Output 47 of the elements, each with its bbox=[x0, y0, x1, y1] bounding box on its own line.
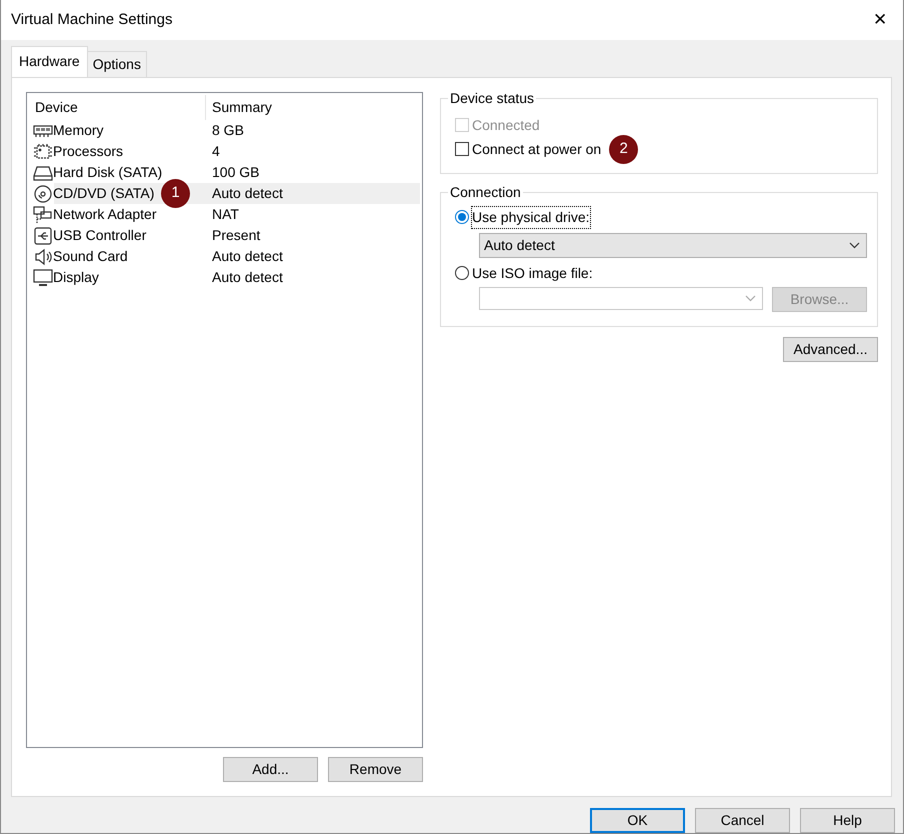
dialog-button[interactable]: Cancel bbox=[695, 808, 790, 833]
device-name[interactable]: Display bbox=[53, 267, 99, 288]
callout-badge: 1 bbox=[161, 179, 190, 208]
radio-label[interactable]: Use ISO image file: bbox=[472, 262, 593, 284]
tab[interactable]: Hardware bbox=[11, 46, 88, 77]
device-summary: Present bbox=[211, 226, 260, 245]
checkbox-label[interactable]: Connect at power on bbox=[472, 138, 602, 160]
device-name[interactable]: Hard Disk (SATA) bbox=[53, 162, 162, 183]
device-summary: 8 GB bbox=[211, 121, 244, 140]
dialog-button[interactable]: OK bbox=[590, 808, 685, 833]
device-summary: Auto detect bbox=[211, 184, 283, 203]
device-name[interactable]: USB Controller bbox=[53, 225, 146, 246]
advanced-button[interactable]: Advanced... bbox=[783, 337, 878, 362]
device-name[interactable]: Sound Card bbox=[53, 246, 128, 267]
radio-button[interactable] bbox=[455, 210, 469, 224]
usb-icon bbox=[33, 226, 53, 244]
chevron-down-icon bbox=[745, 295, 756, 302]
column-header[interactable]: Summary bbox=[206, 97, 420, 118]
device-summary: Auto detect bbox=[211, 268, 283, 287]
dropdown-value: Auto detect bbox=[484, 236, 555, 255]
chip-icon bbox=[33, 142, 53, 160]
callout-badge: 2 bbox=[609, 134, 638, 164]
drive-dropdown[interactable]: Auto detect bbox=[479, 233, 867, 258]
speaker-icon bbox=[33, 248, 53, 266]
device-name[interactable]: CD/DVD (SATA) bbox=[53, 183, 154, 204]
checkbox[interactable] bbox=[455, 142, 469, 156]
iso-path-field[interactable] bbox=[479, 287, 763, 310]
window-title: Virtual Machine Settings bbox=[11, 10, 172, 30]
device-summary: Auto detect bbox=[211, 247, 283, 266]
list-button[interactable]: Remove bbox=[328, 757, 423, 782]
tab[interactable]: Options bbox=[86, 51, 147, 77]
device-name[interactable]: Processors bbox=[53, 141, 124, 162]
device-name[interactable]: Memory bbox=[53, 120, 104, 141]
list-button[interactable]: Add... bbox=[223, 757, 318, 782]
radio-button[interactable] bbox=[455, 266, 469, 280]
device-summary: NAT bbox=[211, 205, 239, 224]
device-name[interactable]: Network Adapter bbox=[53, 204, 156, 225]
disc-icon bbox=[33, 184, 53, 202]
device-summary: 100 GB bbox=[211, 163, 260, 182]
device-summary: 4 bbox=[211, 142, 220, 161]
close-button[interactable]: ✕ bbox=[867, 7, 893, 33]
chevron-down-icon bbox=[849, 242, 860, 249]
column-header[interactable]: Device bbox=[29, 95, 206, 120]
dialog-button[interactable]: Help bbox=[800, 808, 895, 833]
network-icon bbox=[33, 206, 53, 224]
monitor-icon bbox=[33, 268, 53, 286]
radio-label[interactable]: Use physical drive: bbox=[472, 206, 590, 228]
